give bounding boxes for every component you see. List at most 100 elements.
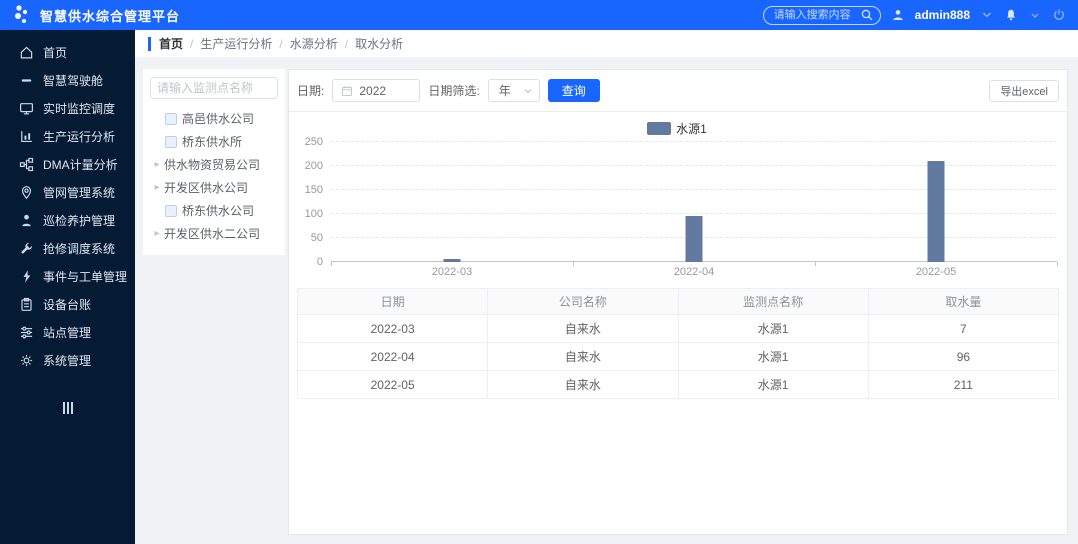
analysis-card: 日期: 2022 日期筛选: 年 查询 导出excel 水源1 0 50 100… — [288, 69, 1068, 535]
sidebar-menu: 首页智慧驾驶舱实时监控调度 生产运行分析 DMA计量分析管网管理系统巡检养护管理 抢修… — [0, 30, 135, 544]
username[interactable]: admin888 — [915, 8, 970, 22]
date-input[interactable]: 2022 — [332, 79, 421, 102]
bell-icon[interactable] — [1004, 8, 1018, 22]
sidebar-item[interactable]: 系统管理 — [0, 346, 135, 374]
chart-bar — [927, 161, 945, 262]
top-header: 智慧供水综合管理平台 admin888 — [0, 0, 1078, 30]
table-cell: 水源1 — [677, 314, 869, 343]
legend-swatch — [647, 121, 672, 135]
bar-chart: 水源1 0 50 100 150 200 250 2022-03 2022-04 2022-0… — [289, 112, 1067, 278]
breadcrumb-item[interactable]: 生产运行分析 — [200, 37, 272, 51]
y-axis-tick-label: 0 — [316, 256, 323, 268]
sidebar-item[interactable]: 管网管理系统 — [0, 178, 135, 206]
sidebar-item-label: 实时监控调度 — [43, 101, 116, 116]
export-excel-button[interactable]: 导出excel — [989, 79, 1059, 102]
workorder-icon — [19, 269, 34, 284]
x-axis-tickmark — [1057, 262, 1058, 266]
period-select[interactable]: 年 — [487, 79, 540, 102]
x-axis-category-label: 2022-05 — [915, 266, 957, 278]
table-cell: 水源1 — [677, 342, 869, 371]
sidebar-item-label: 首页 — [43, 45, 68, 60]
sidebar-item[interactable]: 首页 — [0, 38, 135, 66]
x-axis-tickmark — [573, 262, 574, 266]
sidebar-item-label: 事件与工单管理 — [43, 269, 128, 284]
theme-chevron-icon[interactable] — [1028, 8, 1042, 22]
tree-item[interactable]: 桥东供水所 — [150, 130, 278, 153]
date-value: 2022 — [359, 83, 387, 98]
table-cell: 2022-03 — [296, 314, 489, 343]
system-icon — [19, 353, 34, 368]
breadcrumb-item[interactable]: 首页 — [159, 37, 183, 51]
sidebar-item-label: 系统管理 — [43, 353, 92, 368]
checkbox[interactable] — [165, 204, 177, 217]
sidebar-item[interactable]: 生产运行分析 — [0, 122, 135, 150]
breadcrumb-separator: / — [279, 37, 283, 51]
chart-legend[interactable]: 水源1 — [297, 120, 1057, 136]
query-button[interactable]: 查询 — [547, 79, 600, 102]
chart-y-axis: 0 50 100 150 200 250 — [297, 136, 331, 268]
app-title: 智慧供水综合管理平台 — [40, 8, 181, 24]
tree-item[interactable]: 桥东供水公司 — [150, 199, 278, 222]
app-logo-icon — [15, 5, 28, 23]
table-column-header: 日期 — [296, 288, 489, 315]
sidebar-item[interactable]: 智慧驾驶舱 — [0, 66, 135, 94]
result-table: 日期 公司名称 监测点名称 取水量 2022-03 自来水 水源1 7 2022-04 自来水水… — [296, 288, 1060, 399]
breadcrumb-item[interactable]: 水源分析 — [290, 37, 338, 51]
calendar-icon — [342, 85, 353, 96]
filter-bar: 日期: 2022 日期筛选: 年 查询 导出excel — [289, 70, 1067, 112]
user-icon — [893, 10, 903, 20]
table-cell: 7 — [867, 314, 1060, 343]
x-axis-category-label: 2022-03 — [431, 266, 473, 278]
table-cell: 自来水 — [487, 370, 679, 399]
breadcrumb-separator: / — [344, 37, 349, 51]
chevron-down-icon[interactable] — [980, 8, 994, 22]
table-cell: 自来水 — [487, 342, 679, 371]
global-search-input[interactable] — [773, 9, 860, 21]
table-column-header: 取水量 — [867, 288, 1060, 315]
chart-bar — [685, 216, 703, 262]
table-row: 2022-05 自来水 水源1 211 — [296, 370, 1060, 399]
sidebar-item-label: DMA计量分析 — [43, 157, 118, 172]
breadcrumb: 首页 / 生产运行分析 / 水源分析 / 取水分析 — [135, 30, 1078, 57]
breadcrumb-items: 首页 / 生产运行分析 / 水源分析 / 取水分析 — [159, 35, 403, 52]
station-icon — [19, 325, 34, 340]
checkbox[interactable] — [165, 135, 177, 148]
chart-bar — [443, 259, 461, 262]
sidebar-item-label: 抢修调度系统 — [43, 241, 116, 256]
sidebar-item[interactable]: DMA计量分析 — [0, 150, 135, 178]
global-search[interactable] — [762, 5, 881, 25]
legend-label: 水源1 — [676, 121, 707, 136]
sidebar-item[interactable]: 巡检养护管理 — [0, 206, 135, 234]
gridline — [331, 141, 1057, 142]
gridline — [331, 213, 1057, 214]
tree-item[interactable]: ▸ 开发区供水公司 — [150, 176, 278, 199]
expand-caret-icon[interactable]: ▸ — [150, 182, 164, 193]
x-axis-tickmark — [815, 262, 816, 266]
date-label: 日期: — [297, 84, 325, 98]
y-axis-tick-label: 50 — [310, 232, 323, 244]
breadcrumb-item[interactable]: 取水分析 — [355, 37, 403, 51]
sidebar-item[interactable]: 设备台账 — [0, 290, 135, 318]
tree-item-label: 开发区供水公司 — [164, 181, 249, 195]
monitor-icon — [19, 101, 34, 116]
tree-item[interactable]: ▸ 开发区供水二公司 — [150, 222, 278, 245]
tree-item[interactable]: ▸ 供水物资贸易公司 — [150, 153, 278, 176]
table-row: 2022-03 自来水 水源1 7 — [296, 314, 1060, 343]
sidebar-item[interactable]: 站点管理 — [0, 318, 135, 346]
monitor-point-search-input[interactable] — [150, 77, 278, 99]
sidebar-item[interactable]: 实时监控调度 — [0, 94, 135, 122]
expand-caret-icon[interactable]: ▸ — [150, 159, 164, 170]
sidebar-item-label: 巡检养护管理 — [43, 213, 116, 228]
tree-item[interactable]: 高邑供水公司 — [150, 107, 278, 130]
power-icon[interactable] — [1052, 8, 1066, 22]
sidebar-item-label: 生产运行分析 — [43, 129, 116, 144]
dma-icon — [19, 157, 34, 172]
checkbox[interactable] — [165, 112, 177, 125]
cockpit-icon — [19, 73, 34, 88]
search-icon[interactable] — [860, 8, 874, 22]
sidebar-item-label: 站点管理 — [43, 325, 92, 340]
expand-caret-icon[interactable]: ▸ — [150, 228, 164, 239]
sidebar-item[interactable]: 事件与工单管理 — [0, 262, 135, 290]
sidebar-item[interactable]: 抢修调度系统 — [0, 234, 135, 262]
collapse-sidebar-icon[interactable] — [62, 402, 73, 414]
